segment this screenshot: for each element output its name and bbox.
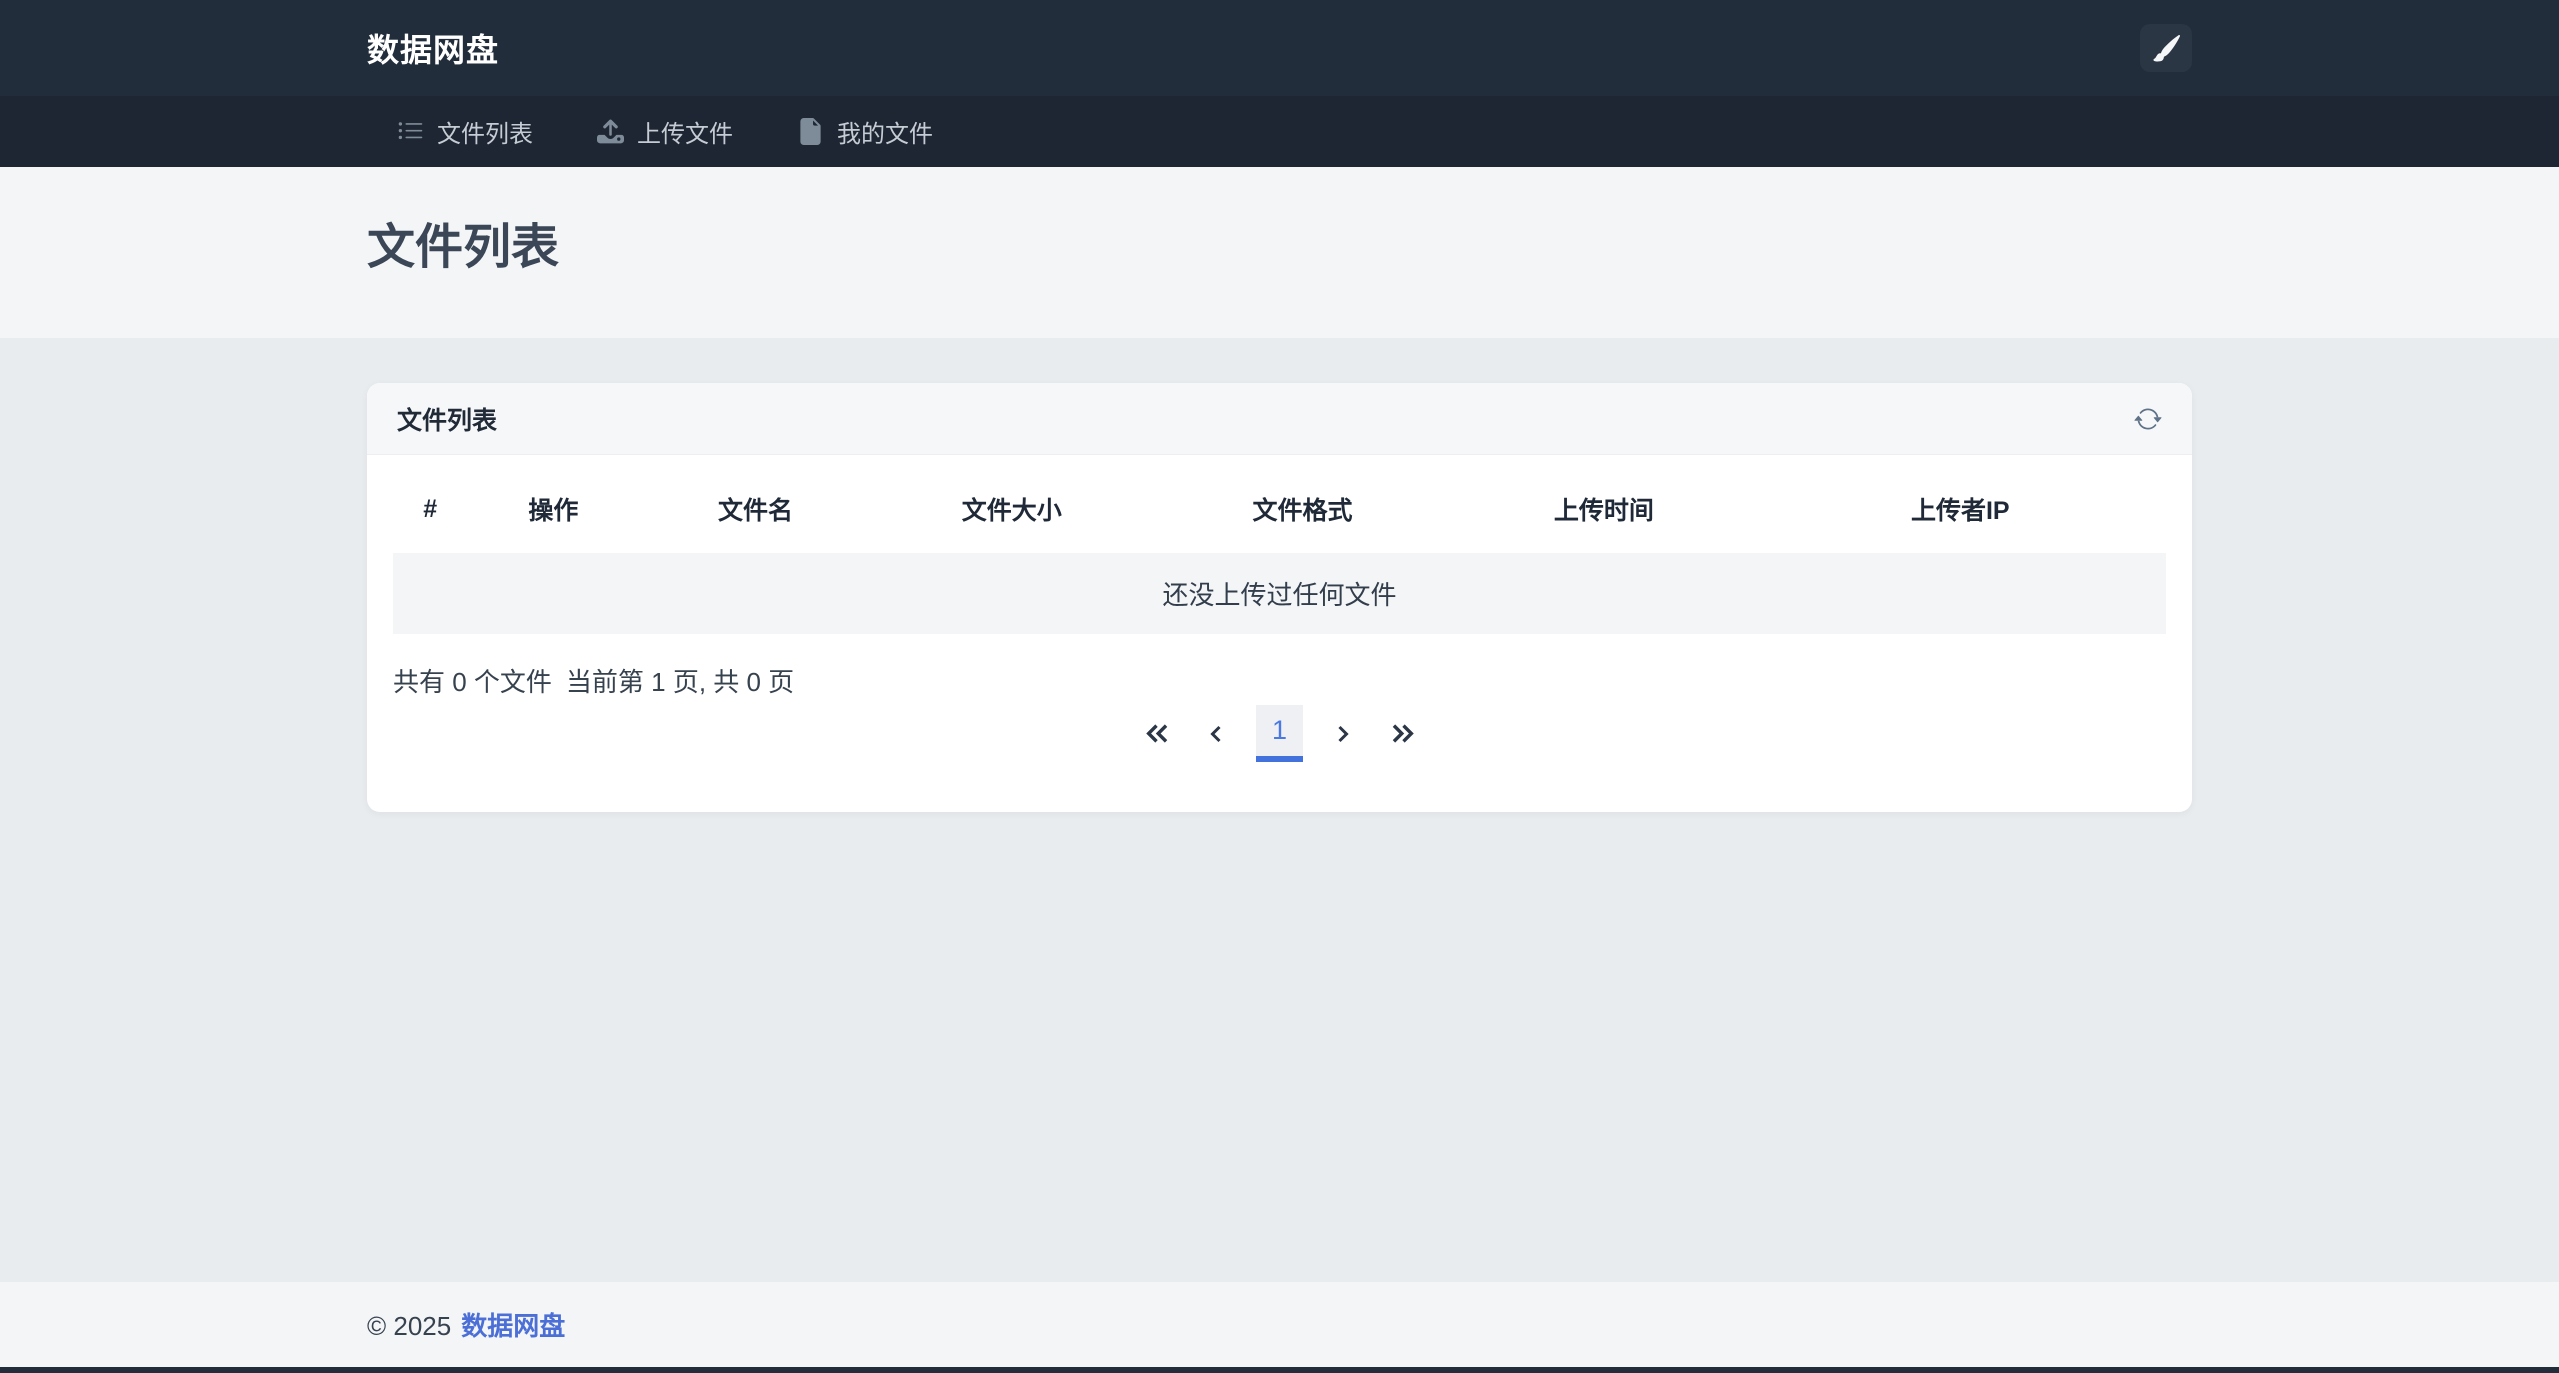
nav-item-label: 文件列表 — [437, 114, 533, 149]
previous-page-button[interactable] — [1196, 706, 1236, 762]
upload-icon — [597, 118, 624, 145]
brand-title[interactable]: 数据网盘 — [367, 25, 499, 71]
summary-line: 共有 0 个文件当前第 1 页, 共 0 页 — [393, 662, 2166, 699]
column-header-filename: 文件名 — [639, 461, 871, 553]
secondary-navbar: 文件列表 上传文件 我的文件 — [0, 96, 2559, 167]
first-page-button[interactable] — [1136, 706, 1176, 762]
card-body: # 操作 文件名 文件大小 文件格式 上传时间 上传者IP 还没上传过任何文件 … — [367, 455, 2192, 812]
chevron-right-icon — [1331, 721, 1355, 747]
nav-item-my-files[interactable]: 我的文件 — [797, 114, 933, 149]
page-button-1[interactable]: 1 — [1256, 705, 1303, 762]
main-content: 文件列表 # 操作 文件名 文件大小 — [0, 338, 2559, 1282]
file-icon — [797, 118, 824, 145]
list-icon — [397, 118, 424, 145]
column-header-upload-time: 上传时间 — [1453, 461, 1754, 553]
page-title: 文件列表 — [367, 220, 2192, 276]
column-header-uploader-ip: 上传者IP — [1755, 461, 2166, 553]
column-header-format: 文件格式 — [1152, 461, 1453, 553]
file-table: # 操作 文件名 文件大小 文件格式 上传时间 上传者IP 还没上传过任何文件 — [393, 461, 2166, 634]
chevron-left-icon — [1204, 721, 1228, 747]
empty-state-row: 还没上传过任何文件 — [393, 553, 2166, 634]
card-header: 文件列表 — [367, 383, 2192, 455]
column-header-filesize: 文件大小 — [872, 461, 1152, 553]
card-title: 文件列表 — [397, 401, 497, 437]
nav-item-upload[interactable]: 上传文件 — [597, 114, 733, 149]
refresh-button[interactable] — [2134, 405, 2162, 433]
nav-item-label: 上传文件 — [637, 114, 733, 149]
bottom-strip — [0, 1367, 2559, 1373]
last-page-button[interactable] — [1383, 706, 1423, 762]
column-header-actions: 操作 — [467, 461, 639, 553]
pagination: 1 — [393, 705, 2166, 762]
copyright-text: © 2025 — [367, 1311, 451, 1341]
table-header-row: # 操作 文件名 文件大小 文件格式 上传时间 上传者IP — [393, 461, 2166, 553]
footer-brand-link[interactable]: 数据网盘 — [461, 1311, 565, 1341]
chevron-double-right-icon — [1390, 720, 1417, 747]
refresh-icon — [2134, 405, 2162, 433]
empty-state-message: 还没上传过任何文件 — [393, 553, 2166, 634]
total-files-text: 共有 0 个文件 — [393, 667, 552, 697]
brush-icon — [2153, 35, 2180, 62]
page-title-section: 文件列表 — [0, 167, 2559, 338]
page-status-text: 当前第 1 页, 共 0 页 — [566, 667, 794, 697]
top-navbar: 数据网盘 — [0, 0, 2559, 96]
file-list-card: 文件列表 # 操作 文件名 文件大小 — [367, 383, 2192, 812]
next-page-button[interactable] — [1323, 706, 1363, 762]
nav-item-label: 我的文件 — [837, 114, 933, 149]
nav-item-file-list[interactable]: 文件列表 — [397, 114, 533, 149]
page-footer: © 2025 数据网盘 — [0, 1282, 2559, 1367]
chevron-double-left-icon — [1143, 720, 1170, 747]
column-header-index: # — [393, 461, 467, 553]
theme-toggle-button[interactable] — [2140, 24, 2192, 72]
